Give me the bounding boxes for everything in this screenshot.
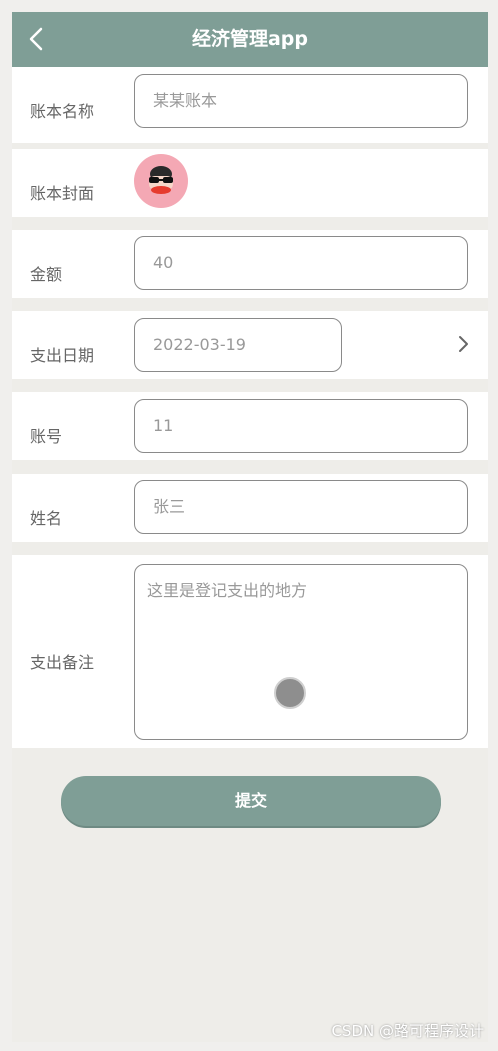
page-title: 经济管理app	[191, 28, 309, 50]
book-name-input[interactable]: 某某账本	[134, 74, 468, 128]
row-amount: 金额 40	[12, 230, 488, 298]
date-picker[interactable]: 2022-03-19	[134, 318, 342, 372]
cover-avatar[interactable]	[134, 154, 188, 208]
row-book-name: 账本名称 某某账本	[12, 67, 488, 143]
watermark-text: CSDN @路可程序设计	[331, 1022, 484, 1040]
row-date: 支出日期 2022-03-19	[12, 311, 488, 379]
date-label: 支出日期	[30, 346, 95, 365]
book-name-label: 账本名称	[30, 102, 95, 121]
row-cover: 账本封面	[12, 149, 488, 217]
cover-label: 账本封面	[30, 184, 95, 203]
row-account: 账号 11	[12, 392, 488, 460]
row-person: 姓名 张三	[12, 474, 488, 542]
person-input[interactable]: 张三	[134, 480, 468, 534]
cartoon-face-icon	[149, 166, 173, 194]
person-label: 姓名	[30, 509, 63, 528]
row-note: 支出备注 这里是登记支出的地方	[12, 555, 488, 748]
amount-input[interactable]: 40	[134, 236, 468, 290]
app-header: 经济管理app	[12, 12, 488, 67]
amount-label: 金额	[30, 265, 63, 284]
note-textarea[interactable]: 这里是登记支出的地方	[134, 564, 468, 740]
chevron-right-icon[interactable]	[456, 334, 470, 354]
app-frame: 经济管理app 账本名称 某某账本 账本封面 金额 40 支出日期 2022-0…	[12, 12, 488, 1042]
note-label: 支出备注	[30, 653, 95, 672]
account-label: 账号	[30, 427, 63, 446]
touch-indicator	[274, 677, 306, 709]
account-input[interactable]: 11	[134, 399, 468, 453]
submit-button[interactable]: 提交	[61, 776, 441, 826]
